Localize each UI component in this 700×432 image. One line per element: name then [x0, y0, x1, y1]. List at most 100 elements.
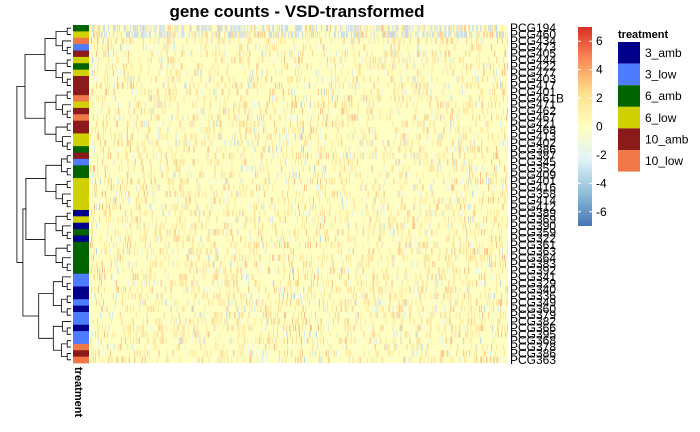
heatmap-cell	[242, 152, 244, 159]
heatmap-cell	[179, 318, 181, 325]
heatmap-cell	[307, 286, 310, 293]
heatmap-cell	[111, 56, 113, 64]
heatmap-cell	[411, 139, 413, 147]
heatmap-cell	[177, 229, 179, 236]
heatmap-cell	[326, 25, 328, 32]
heatmap-cell	[320, 318, 322, 325]
heatmap-cell	[376, 101, 378, 108]
heatmap-cell	[157, 184, 159, 191]
heatmap-cell	[102, 152, 104, 159]
heatmap-cell	[182, 178, 184, 185]
heatmap-cell	[146, 273, 148, 281]
heatmap-cell	[333, 31, 335, 38]
heatmap-cell	[162, 82, 164, 89]
heatmap-cell	[94, 127, 97, 134]
heatmap-cell	[266, 107, 268, 115]
heatmap-cell	[425, 286, 427, 293]
heatmap-cell	[382, 152, 384, 159]
heatmap-cell	[140, 107, 142, 115]
heatmap-cell	[405, 139, 407, 147]
heatmap-cell	[290, 50, 292, 57]
heatmap-cell	[96, 318, 99, 325]
heatmap-cell	[330, 69, 332, 77]
heatmap-cell	[317, 114, 319, 121]
heatmap-cell	[319, 152, 321, 159]
heatmap-cell	[120, 343, 122, 351]
heatmap-cell	[201, 216, 203, 223]
heatmap-cell	[165, 235, 167, 242]
heatmap-cell	[109, 222, 111, 230]
heatmap-cell	[381, 286, 383, 293]
heatmap-cell	[127, 31, 129, 38]
heatmap-cell	[349, 299, 351, 306]
heatmap-cell	[350, 95, 352, 102]
heatmap-cell	[450, 318, 452, 325]
heatmap-cell	[215, 44, 217, 51]
heatmap-cell	[331, 139, 333, 147]
heatmap-cell	[356, 280, 358, 287]
heatmap-cell	[228, 37, 230, 45]
heatmap-cell	[232, 31, 234, 38]
heatmap-cell	[446, 343, 448, 351]
heatmap-cell	[347, 254, 349, 262]
heatmap-cell	[279, 82, 281, 89]
heatmap-cell	[426, 229, 428, 236]
heatmap-cell	[350, 299, 352, 306]
heatmap-cell	[378, 248, 380, 255]
heatmap-cell	[436, 95, 438, 102]
heatmap-cell	[155, 197, 157, 204]
heatmap-cell	[325, 350, 327, 357]
heatmap-cell	[149, 267, 151, 274]
heatmap-cell	[110, 356, 112, 364]
heatmap-cell	[97, 31, 100, 38]
heatmap-cell	[135, 184, 137, 191]
heatmap-cell	[101, 203, 103, 210]
heatmap-cell	[94, 178, 97, 185]
heatmap-cell	[279, 292, 281, 300]
heatmap-cell	[248, 273, 250, 281]
annotation-cell-10_amb	[73, 120, 89, 128]
heatmap-cell	[116, 82, 118, 89]
heatmap-cell	[214, 165, 216, 172]
heatmap-cell	[347, 120, 349, 128]
heatmap-cell	[251, 324, 253, 332]
annotation-cell-6_low	[73, 197, 89, 204]
heatmap-cell	[347, 229, 349, 236]
heatmap-cell	[271, 37, 273, 45]
heatmap-cell	[371, 50, 373, 57]
heatmap-cell	[373, 37, 375, 45]
heatmap-cell	[447, 267, 449, 274]
heatmap-cell	[389, 107, 391, 115]
heatmap-cell	[408, 305, 410, 313]
heatmap-cell	[129, 197, 131, 204]
dendrogram-branch	[66, 168, 71, 176]
heatmap-cell	[235, 241, 237, 249]
heatmap-cell	[331, 76, 333, 83]
heatmap-cell	[105, 241, 107, 249]
heatmap-cell	[155, 139, 157, 147]
annotation-cell-3_low	[73, 273, 89, 281]
heatmap-cell	[244, 146, 246, 153]
heatmap-cell	[286, 254, 288, 262]
heatmap-cell	[334, 146, 336, 153]
heatmap-cell	[309, 133, 311, 140]
heatmap-cell	[261, 31, 263, 38]
heatmap-cell	[264, 31, 266, 38]
heatmap-cell	[245, 31, 247, 38]
heatmap-cell	[188, 299, 190, 306]
heatmap-cell	[339, 152, 341, 159]
heatmap-cell	[275, 222, 277, 230]
heatmap-cell	[287, 25, 289, 32]
heatmap-cell	[321, 254, 323, 262]
heatmap-cell	[437, 165, 439, 172]
heatmap-cell	[306, 241, 309, 249]
heatmap-cell	[182, 158, 184, 166]
heatmap-cell	[204, 305, 206, 313]
heatmap-cell	[126, 216, 128, 223]
heatmap-cell	[303, 337, 306, 344]
heatmap-cell	[148, 63, 150, 70]
heatmap-cell	[393, 229, 395, 236]
heatmap-cell	[239, 31, 241, 38]
heatmap-cell	[306, 337, 309, 344]
heatmap-cell	[320, 31, 322, 38]
